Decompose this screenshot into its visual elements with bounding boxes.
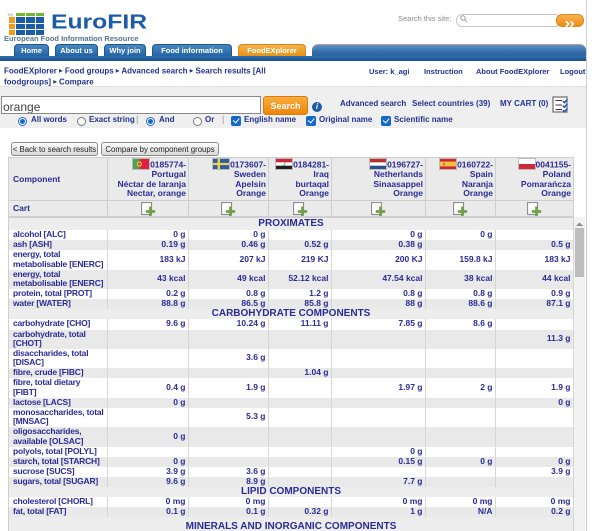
svg-text:ال: ال <box>283 162 286 166</box>
